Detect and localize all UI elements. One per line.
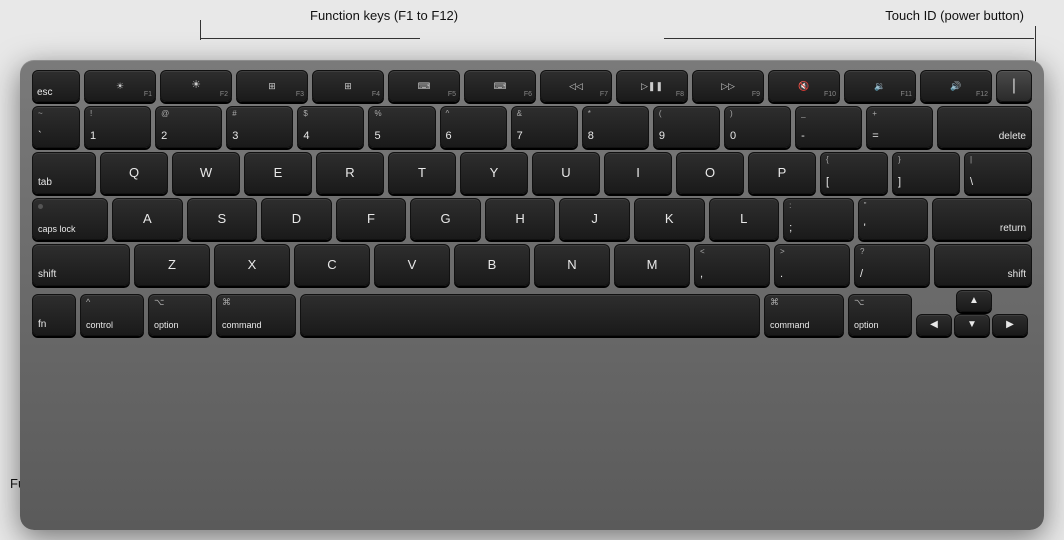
key-option-right[interactable]: ⌥ option <box>848 294 912 336</box>
annotation-fkeys-line-h <box>200 38 420 39</box>
arrow-cluster: ▲ ◀ ▼ ▶ <box>916 290 1032 336</box>
caps-lock-indicator <box>38 204 43 209</box>
arrow-top-row: ▲ <box>916 290 1032 312</box>
key-f[interactable]: F <box>336 198 407 240</box>
bottom-row: fn ^ control ⌥ option ⌘ command ⌘ comman… <box>32 290 1032 336</box>
key-2[interactable]: @ 2 <box>155 106 222 148</box>
key-m[interactable]: M <box>614 244 690 286</box>
shift-row: shift Z X C V B N M < <box>32 244 1032 286</box>
key-quote[interactable]: " ' <box>858 198 929 240</box>
caps-row: caps lock A S D F G H J <box>32 198 1032 240</box>
key-8[interactable]: * 8 <box>582 106 649 148</box>
key-option-left[interactable]: ⌥ option <box>148 294 212 336</box>
tab-row: tab Q W E R T Y U I <box>32 152 1032 194</box>
key-5[interactable]: % 5 <box>368 106 435 148</box>
number-row: ~ ` ! 1 @ 2 # 3 $ 4 % 5 <box>32 106 1032 148</box>
key-f1[interactable]: ☀ F1 <box>84 70 156 102</box>
key-r[interactable]: R <box>316 152 384 194</box>
key-o[interactable]: O <box>676 152 744 194</box>
key-fn[interactable]: fn <box>32 294 76 336</box>
key-f11[interactable]: 🔉 F11 <box>844 70 916 102</box>
key-n[interactable]: N <box>534 244 610 286</box>
key-3[interactable]: # 3 <box>226 106 293 148</box>
fn-key-row: esc ☀ F1 ☀ F2 ⊞ F3 ⊞ F4 ⌨ F5 <box>32 70 1032 102</box>
key-minus[interactable]: _ - <box>795 106 862 148</box>
key-caps-lock[interactable]: caps lock <box>32 198 108 240</box>
key-i[interactable]: I <box>604 152 672 194</box>
key-return[interactable]: return <box>932 198 1032 240</box>
key-period[interactable]: > . <box>774 244 850 286</box>
annotation-fkeys-line-right <box>664 38 1034 39</box>
key-semicolon[interactable]: : ; <box>783 198 854 240</box>
key-p[interactable]: P <box>748 152 816 194</box>
key-f6[interactable]: ⌨ F6 <box>464 70 536 102</box>
key-f8[interactable]: ▷❚❚ F8 <box>616 70 688 102</box>
key-0[interactable]: ) 0 <box>724 106 791 148</box>
keyboard-inner: esc ☀ F1 ☀ F2 ⊞ F3 ⊞ F4 ⌨ F5 <box>32 70 1032 518</box>
key-tab[interactable]: tab <box>32 152 96 194</box>
key-comma[interactable]: < , <box>694 244 770 286</box>
key-6[interactable]: ^ 6 <box>440 106 507 148</box>
key-x[interactable]: X <box>214 244 290 286</box>
key-9[interactable]: ( 9 <box>653 106 720 148</box>
key-arrow-up[interactable]: ▲ <box>956 290 992 312</box>
key-a[interactable]: A <box>112 198 183 240</box>
key-command-left[interactable]: ⌘ command <box>216 294 296 336</box>
key-f12[interactable]: 🔊 F12 <box>920 70 992 102</box>
key-v[interactable]: V <box>374 244 450 286</box>
key-arrow-down[interactable]: ▼ <box>954 314 990 336</box>
key-h[interactable]: H <box>485 198 556 240</box>
arrow-bottom-row: ◀ ▼ ▶ <box>916 314 1032 336</box>
key-space[interactable] <box>300 294 760 336</box>
key-f7[interactable]: ◁◁ F7 <box>540 70 612 102</box>
key-d[interactable]: D <box>261 198 332 240</box>
key-slash[interactable]: ? / <box>854 244 930 286</box>
key-open-bracket[interactable]: { [ <box>820 152 888 194</box>
key-j[interactable]: J <box>559 198 630 240</box>
key-f4[interactable]: ⊞ F4 <box>312 70 384 102</box>
key-w[interactable]: W <box>172 152 240 194</box>
key-arrow-right[interactable]: ▶ <box>992 314 1028 336</box>
key-y[interactable]: Y <box>460 152 528 194</box>
key-f10[interactable]: 🔇 F10 <box>768 70 840 102</box>
key-u[interactable]: U <box>532 152 600 194</box>
key-f9[interactable]: ▷▷ F9 <box>692 70 764 102</box>
key-1[interactable]: ! 1 <box>84 106 151 148</box>
keyboard: esc ☀ F1 ☀ F2 ⊞ F3 ⊞ F4 ⌨ F5 <box>20 60 1044 530</box>
key-control[interactable]: ^ control <box>80 294 144 336</box>
annotation-touchid-line <box>1035 26 1036 62</box>
key-g[interactable]: G <box>410 198 481 240</box>
key-backslash[interactable]: | \ <box>964 152 1032 194</box>
key-b[interactable]: B <box>454 244 530 286</box>
key-arrow-left[interactable]: ◀ <box>916 314 952 336</box>
key-backtick[interactable]: ~ ` <box>32 106 80 148</box>
key-touch-id[interactable]: | <box>996 70 1032 102</box>
annotation-touchid-label: Touch ID (power button) <box>885 8 1024 23</box>
annotation-fkeys-label: Function keys (F1 to F12) <box>310 8 458 23</box>
key-t[interactable]: T <box>388 152 456 194</box>
key-shift-left[interactable]: shift <box>32 244 130 286</box>
key-c[interactable]: C <box>294 244 370 286</box>
key-k[interactable]: K <box>634 198 705 240</box>
key-s[interactable]: S <box>187 198 258 240</box>
key-f3[interactable]: ⊞ F3 <box>236 70 308 102</box>
key-close-bracket[interactable]: } ] <box>892 152 960 194</box>
key-esc[interactable]: esc <box>32 70 80 102</box>
key-shift-right[interactable]: shift <box>934 244 1032 286</box>
key-f5[interactable]: ⌨ F5 <box>388 70 460 102</box>
key-l[interactable]: L <box>709 198 780 240</box>
key-z[interactable]: Z <box>134 244 210 286</box>
annotation-fkeys-line-left <box>200 20 201 40</box>
key-equals[interactable]: + = <box>866 106 933 148</box>
key-e[interactable]: E <box>244 152 312 194</box>
key-command-right[interactable]: ⌘ command <box>764 294 844 336</box>
key-4[interactable]: $ 4 <box>297 106 364 148</box>
key-delete[interactable]: delete <box>937 106 1032 148</box>
key-7[interactable]: & 7 <box>511 106 578 148</box>
key-f2[interactable]: ☀ F2 <box>160 70 232 102</box>
key-q[interactable]: Q <box>100 152 168 194</box>
